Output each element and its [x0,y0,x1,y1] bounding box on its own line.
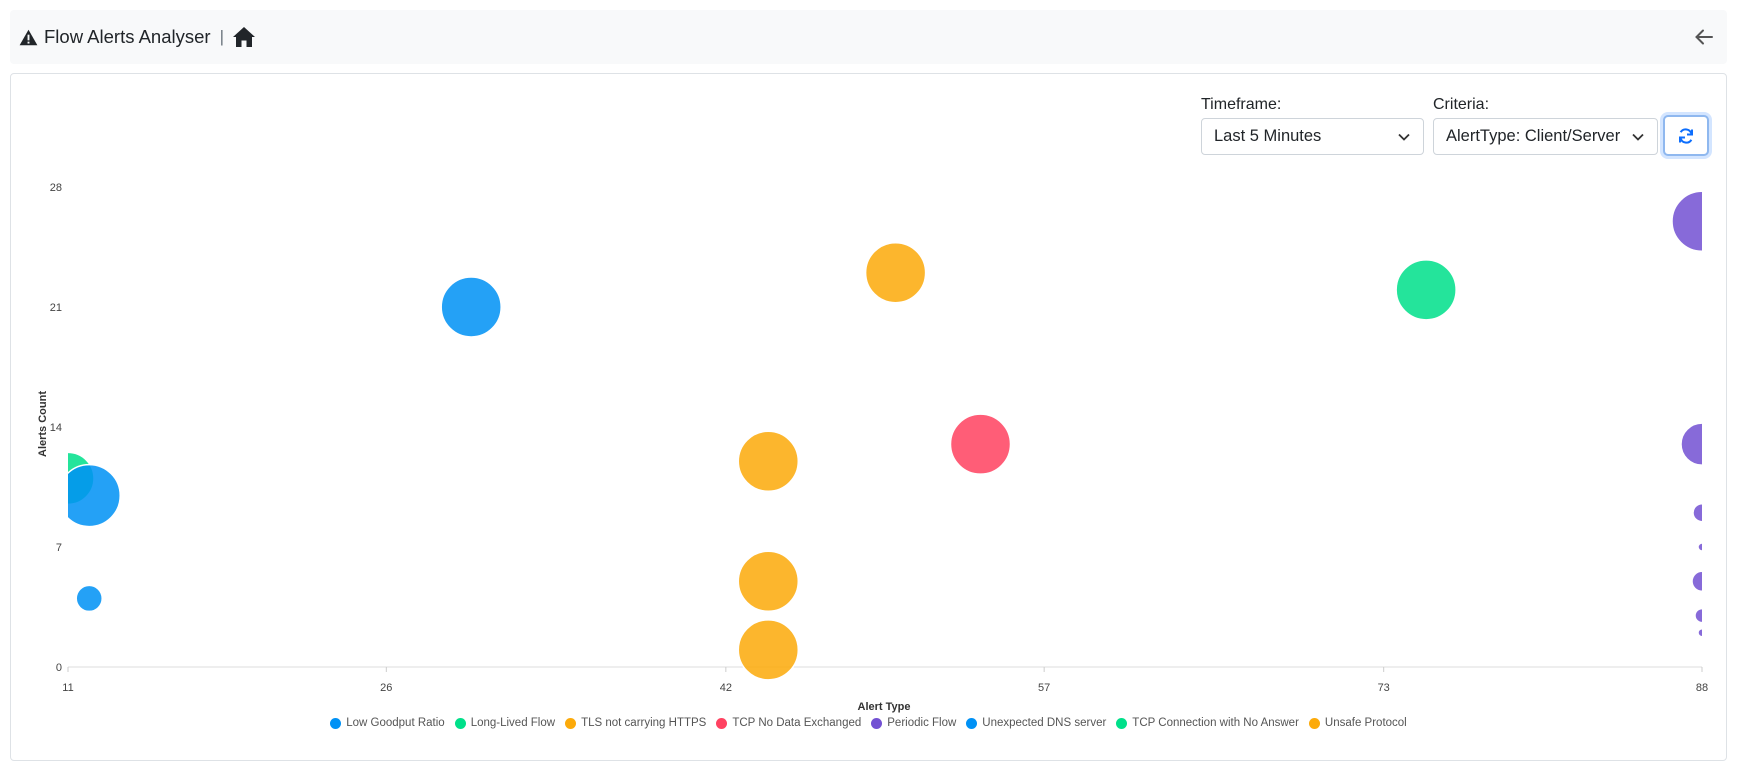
y-tick-label: 14 [50,422,62,434]
legend-item[interactable]: Long-Lived Flow [454,717,556,729]
bubble-point[interactable] [1694,607,1709,624]
bubble-layer [58,190,1732,681]
legend-label: Unexpected DNS server [982,717,1107,729]
bubble-chart: 11 26 42 57 73 88 0 7 14 21 28 Alert Type Alerts Cou… [37,182,1732,713]
y-tick-label: 28 [50,182,62,194]
bubble-point[interactable] [1692,502,1711,523]
legend-swatch [565,717,577,729]
x-axis-title: Alert Type [858,701,911,713]
legend-swatch [1308,717,1320,729]
x-tick-label: 57 [1038,682,1050,694]
x-tick-label: 26 [380,682,392,694]
y-tick-label: 0 [56,662,62,674]
bubble-point[interactable] [440,276,502,338]
legend-swatch [966,717,978,729]
legend-swatch [454,717,466,729]
legend-label: Low Goodput Ratio [346,717,445,729]
y-axis-title: Alerts Count [37,391,49,457]
legend-swatch [716,717,728,729]
bubble-point[interactable] [864,241,927,304]
bubble-point[interactable] [1697,542,1706,552]
legend-item[interactable]: TLS not carrying HTTPS [565,717,706,729]
legend-swatch [330,717,342,729]
legend-item[interactable]: TCP Connection with No Answer [1116,717,1299,729]
chart-legend: Low Goodput Ratio Long-Lived Flow TLS not … [0,717,1737,729]
legend-item[interactable]: TCP No Data Exchanged [716,717,861,729]
x-tick-label: 88 [1696,682,1708,694]
bubble-point[interactable] [1671,190,1732,253]
bubble-point[interactable] [737,550,800,613]
bubble-point[interactable] [1691,570,1712,593]
legend-label: TCP No Data Exchanged [732,717,862,729]
bubble-point[interactable] [75,584,103,613]
bubble-point[interactable] [949,413,1012,475]
legend-swatch [1116,717,1128,729]
y-tick-label: 21 [50,302,62,314]
legend-label: TCP Connection with No Answer [1132,717,1299,729]
x-tick-label: 11 [62,682,73,694]
legend-label: Long-Lived Flow [470,717,556,729]
legend-swatch [871,717,883,729]
legend-item[interactable]: Unexpected DNS server [966,717,1106,729]
bubble-point[interactable] [1697,627,1706,638]
legend-item[interactable]: Periodic Flow [871,717,956,729]
x-tick-label: 73 [1378,682,1390,694]
legend-label: Periodic Flow [887,717,957,729]
y-tick-label: 7 [56,542,62,554]
bubble-point[interactable] [1395,259,1457,321]
legend-item[interactable]: Low Goodput Ratio [330,717,445,729]
bubble-point[interactable] [58,463,121,528]
x-tick-label: 42 [720,682,732,694]
bubble-point[interactable] [1680,422,1723,466]
bubble-point[interactable] [737,619,800,681]
legend-label: Unsafe Protocol [1324,717,1407,729]
legend-item[interactable]: Unsafe Protocol [1308,717,1407,729]
legend-label: TLS not carrying HTTPS [581,717,707,729]
bubble-point[interactable] [737,430,800,493]
